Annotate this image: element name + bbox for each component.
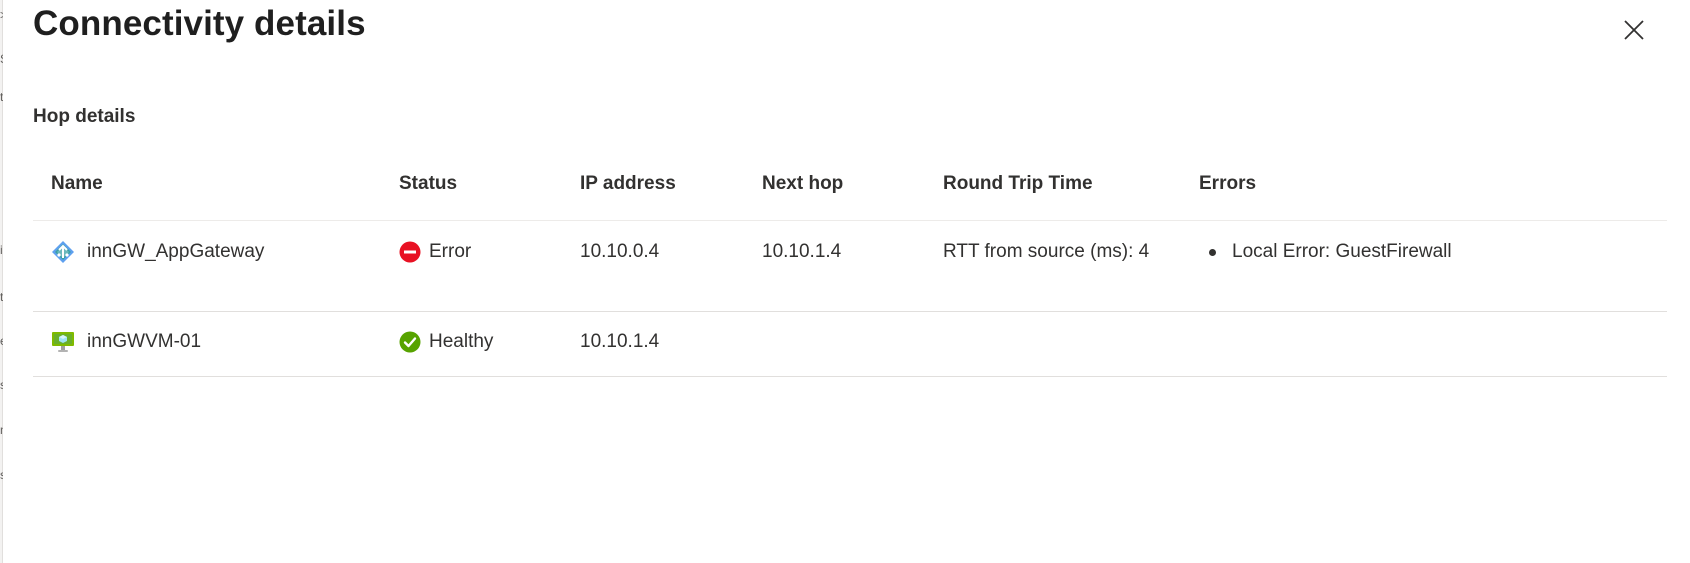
background-text-fragment: s (0, 378, 3, 392)
close-icon (1624, 20, 1644, 40)
hop-details-heading: Hop details (33, 106, 136, 127)
column-header-errors[interactable]: Errors (1199, 173, 1256, 195)
background-text-fragment: s (0, 468, 3, 482)
background-text-fragment: S (0, 52, 3, 66)
background-text-fragment: n (0, 423, 3, 437)
table-row[interactable]: innGW_AppGateway Error 10.10.0.4 10.10.1… (33, 221, 1667, 312)
hop-next-hop: 10.10.1.4 (762, 241, 842, 262)
column-header-next-hop[interactable]: Next hop (762, 173, 843, 195)
background-text-fragment: i (0, 243, 3, 257)
hop-name-cell: innGW_AppGateway (51, 236, 264, 268)
hop-name-cell: innGWVM-01 (51, 326, 201, 358)
hop-status-text: Error (429, 241, 472, 262)
hop-ip-address: 10.10.1.4 (580, 331, 660, 352)
app-gateway-icon (51, 240, 75, 264)
column-header-round-trip-time[interactable]: Round Trip Time (943, 173, 1093, 195)
error-icon (399, 241, 421, 263)
healthy-icon (399, 331, 421, 353)
hop-details-table: Name Status IP address Next hop Round Tr… (33, 155, 1667, 377)
table-header: Name Status IP address Next hop Round Tr… (33, 155, 1667, 221)
background-text-fragment: e (0, 334, 3, 348)
hop-round-trip-time: RTT from source (ms): 4 (943, 241, 1150, 262)
close-button[interactable] (1620, 16, 1648, 44)
hop-status-cell: Healthy (399, 326, 493, 358)
hop-status-cell: Error (399, 236, 471, 268)
table-row[interactable]: innGWVM-01 Healthy 10.10.1.4 (33, 312, 1667, 377)
bullet-icon (1209, 248, 1216, 256)
background-blade: > S t i t e s n s (0, 0, 3, 563)
column-header-name[interactable]: Name (51, 173, 103, 195)
column-header-status[interactable]: Status (399, 173, 457, 195)
hop-ip-address: 10.10.0.4 (580, 241, 660, 262)
hop-status-text: Healthy (429, 331, 494, 352)
hop-name: innGWVM-01 (87, 331, 202, 352)
panel-title: Connectivity details (33, 4, 366, 43)
hop-error-item: Local Error: GuestFirewall (1232, 241, 1452, 262)
background-text-fragment: t (0, 90, 3, 104)
hop-name: innGW_AppGateway (87, 241, 265, 262)
column-header-ip-address[interactable]: IP address (580, 173, 676, 195)
hop-errors-cell: Local Error: GuestFirewall (1199, 236, 1452, 268)
connectivity-details-panel: Connectivity details Hop details Name St… (4, 0, 1690, 563)
background-text-fragment: t (0, 290, 3, 304)
background-text-fragment: > (0, 8, 3, 22)
virtual-machine-icon (51, 330, 75, 354)
